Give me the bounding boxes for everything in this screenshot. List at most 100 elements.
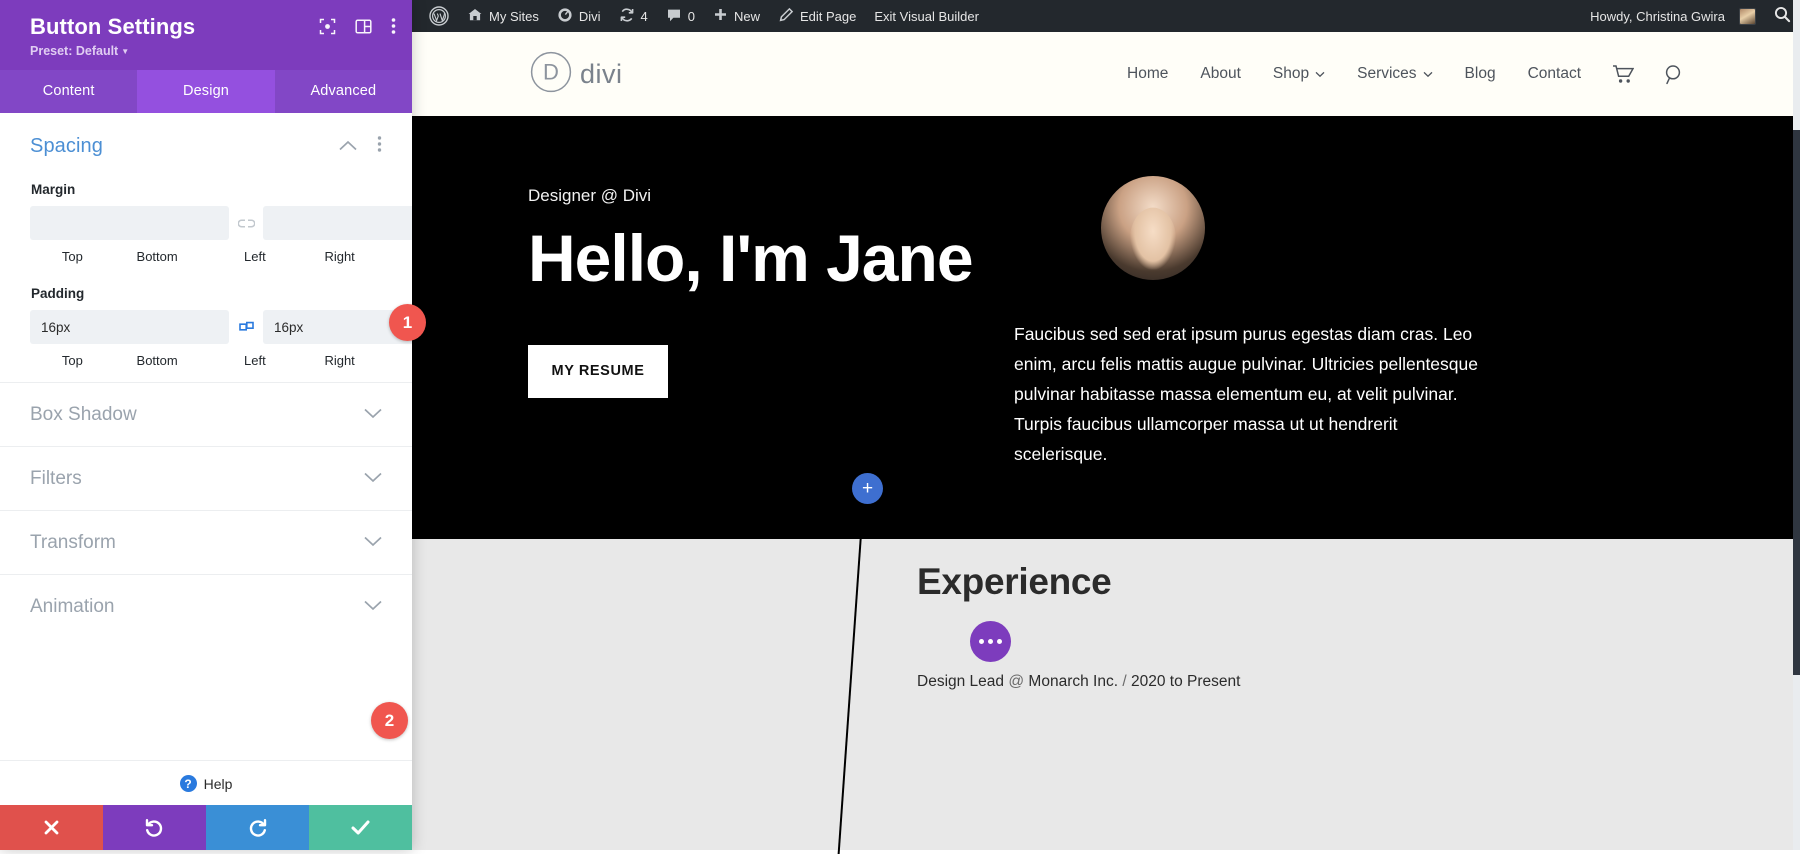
admin-bar-my-sites[interactable]: My Sites xyxy=(458,0,548,32)
site-logo[interactable]: D divi xyxy=(530,51,623,98)
panel-header-icons xyxy=(319,17,396,40)
nav-item-about[interactable]: About xyxy=(1184,65,1257,83)
comments-icon xyxy=(666,7,682,26)
nav-item-shop[interactable]: Shop xyxy=(1257,65,1341,83)
tab-advanced[interactable]: Advanced xyxy=(275,70,412,113)
chevron-down-icon xyxy=(1315,65,1325,83)
plus-icon xyxy=(713,7,728,25)
chevron-up-icon[interactable] xyxy=(339,138,357,156)
experience-dates: 2020 to Present xyxy=(1131,673,1240,690)
section-filters[interactable]: Filters xyxy=(0,446,412,510)
margin-top-label: Top xyxy=(30,249,115,264)
chevron-down-icon[interactable] xyxy=(364,598,382,616)
wordpress-admin-bar: My Sites Divi 4 0 New xyxy=(412,0,1800,32)
site-logo-text: divi xyxy=(580,59,623,90)
search-icon[interactable] xyxy=(1649,64,1700,85)
section-transform[interactable]: Transform xyxy=(0,510,412,574)
redo-button[interactable] xyxy=(206,805,309,850)
hero-right-column: Faucibus sed sed erat ipsum purus egesta… xyxy=(1014,176,1614,469)
panel-scrollbar-thumb[interactable] xyxy=(1793,130,1800,675)
admin-bar-comments-count: 0 xyxy=(688,9,695,24)
panel-footer xyxy=(0,805,412,850)
margin-labels-row: Top Bottom Left Right xyxy=(30,249,382,264)
module-options-button[interactable] xyxy=(970,621,1011,662)
admin-bar-updates[interactable]: 4 xyxy=(610,0,657,32)
experience-title: Experience xyxy=(917,561,1240,603)
save-button[interactable] xyxy=(309,805,412,850)
chevron-down-icon[interactable] xyxy=(364,470,382,488)
margin-top-input[interactable] xyxy=(30,206,229,240)
undo-button[interactable] xyxy=(103,805,206,850)
preset-selector[interactable]: Preset: Default▼ xyxy=(30,44,394,58)
section-animation-title: Animation xyxy=(30,596,364,618)
panel-scrollbar[interactable] xyxy=(1793,0,1800,850)
chevron-down-icon xyxy=(1423,65,1433,83)
section-filters-title: Filters xyxy=(30,468,364,490)
panel-header: Button Settings Preset: Default▼ xyxy=(0,0,412,70)
padding-top-input[interactable] xyxy=(30,310,229,344)
profile-photo xyxy=(1101,176,1205,280)
admin-bar-updates-count: 4 xyxy=(641,9,648,24)
divi-circle-d-icon: D xyxy=(530,51,572,98)
margin-bottom-input[interactable] xyxy=(263,206,412,240)
margin-inputs-row xyxy=(30,206,382,240)
admin-bar-right: Howdy, Christina Gwira xyxy=(1581,0,1800,32)
site-header: D divi Home About Shop Services Blog xyxy=(412,32,1800,116)
margin-bottom-label: Bottom xyxy=(115,249,200,264)
wordpress-logo-icon[interactable] xyxy=(420,0,458,32)
admin-bar-divi-label: Divi xyxy=(579,9,601,24)
help-link[interactable]: ? Help xyxy=(0,760,412,805)
layout-columns-icon[interactable] xyxy=(355,18,372,40)
preset-label: Preset: Default xyxy=(30,44,118,58)
spacing-section-header[interactable]: Spacing xyxy=(30,135,382,158)
chevron-down-icon[interactable] xyxy=(364,406,382,424)
admin-bar-edit-page[interactable]: Edit Page xyxy=(769,0,865,32)
nav-item-services-label: Services xyxy=(1357,65,1416,83)
cart-icon[interactable] xyxy=(1597,64,1649,84)
nav-item-home[interactable]: Home xyxy=(1111,65,1184,83)
admin-bar-exit-visual-builder[interactable]: Exit Visual Builder xyxy=(865,0,988,32)
vertical-dots-icon[interactable] xyxy=(377,135,382,158)
admin-bar-new[interactable]: New xyxy=(704,0,769,32)
add-module-button[interactable]: + xyxy=(852,473,883,504)
site-preview: My Sites Divi 4 0 New xyxy=(412,0,1800,850)
cancel-button[interactable] xyxy=(0,805,103,850)
admin-bar-divi[interactable]: Divi xyxy=(548,0,610,32)
spacing-section: Spacing Margin xyxy=(0,113,412,382)
focus-icon[interactable] xyxy=(319,18,336,40)
experience-role: Design Lead xyxy=(917,673,1004,690)
section-animation[interactable]: Animation xyxy=(0,574,412,638)
callout-badge-2: 2 xyxy=(371,702,408,739)
nav-item-blog[interactable]: Blog xyxy=(1449,65,1512,83)
padding-right-label: Right xyxy=(297,353,382,368)
link-margin-vertical-icon[interactable] xyxy=(229,218,263,229)
updates-icon xyxy=(619,7,635,26)
section-transform-title: Transform xyxy=(30,532,364,554)
margin-right-label: Right xyxy=(297,249,382,264)
vertical-dots-icon[interactable] xyxy=(391,17,396,40)
avatar xyxy=(1739,8,1756,25)
margin-label: Margin xyxy=(31,182,382,197)
callout-badge-1: 1 xyxy=(389,304,426,341)
hero-paragraph: Faucibus sed sed erat ipsum purus egesta… xyxy=(1014,319,1484,469)
nav-item-services[interactable]: Services xyxy=(1341,65,1448,83)
decorative-outline-shape xyxy=(390,534,862,854)
padding-bottom-label: Bottom xyxy=(115,353,200,368)
question-mark-icon: ? xyxy=(180,775,197,792)
nav-item-contact-label: Contact xyxy=(1528,65,1581,83)
section-box-shadow[interactable]: Box Shadow xyxy=(0,382,412,446)
chevron-down-icon[interactable] xyxy=(364,534,382,552)
nav-item-contact[interactable]: Contact xyxy=(1512,65,1597,83)
spacing-section-title: Spacing xyxy=(30,135,339,158)
tab-content[interactable]: Content xyxy=(0,70,137,113)
experience-separator: / xyxy=(1122,673,1126,690)
link-padding-vertical-icon[interactable] xyxy=(229,321,263,333)
search-icon xyxy=(1774,6,1791,26)
experience-content: Experience Design Lead @ Monarch Inc. / … xyxy=(917,561,1240,691)
tab-design[interactable]: Design xyxy=(137,70,274,113)
admin-bar-comments[interactable]: 0 xyxy=(657,0,704,32)
my-resume-button[interactable]: MY RESUME xyxy=(528,345,668,398)
experience-company: Monarch Inc. xyxy=(1028,673,1118,690)
admin-bar-account[interactable]: Howdy, Christina Gwira xyxy=(1581,0,1765,32)
divi-dashboard-icon xyxy=(557,7,573,26)
